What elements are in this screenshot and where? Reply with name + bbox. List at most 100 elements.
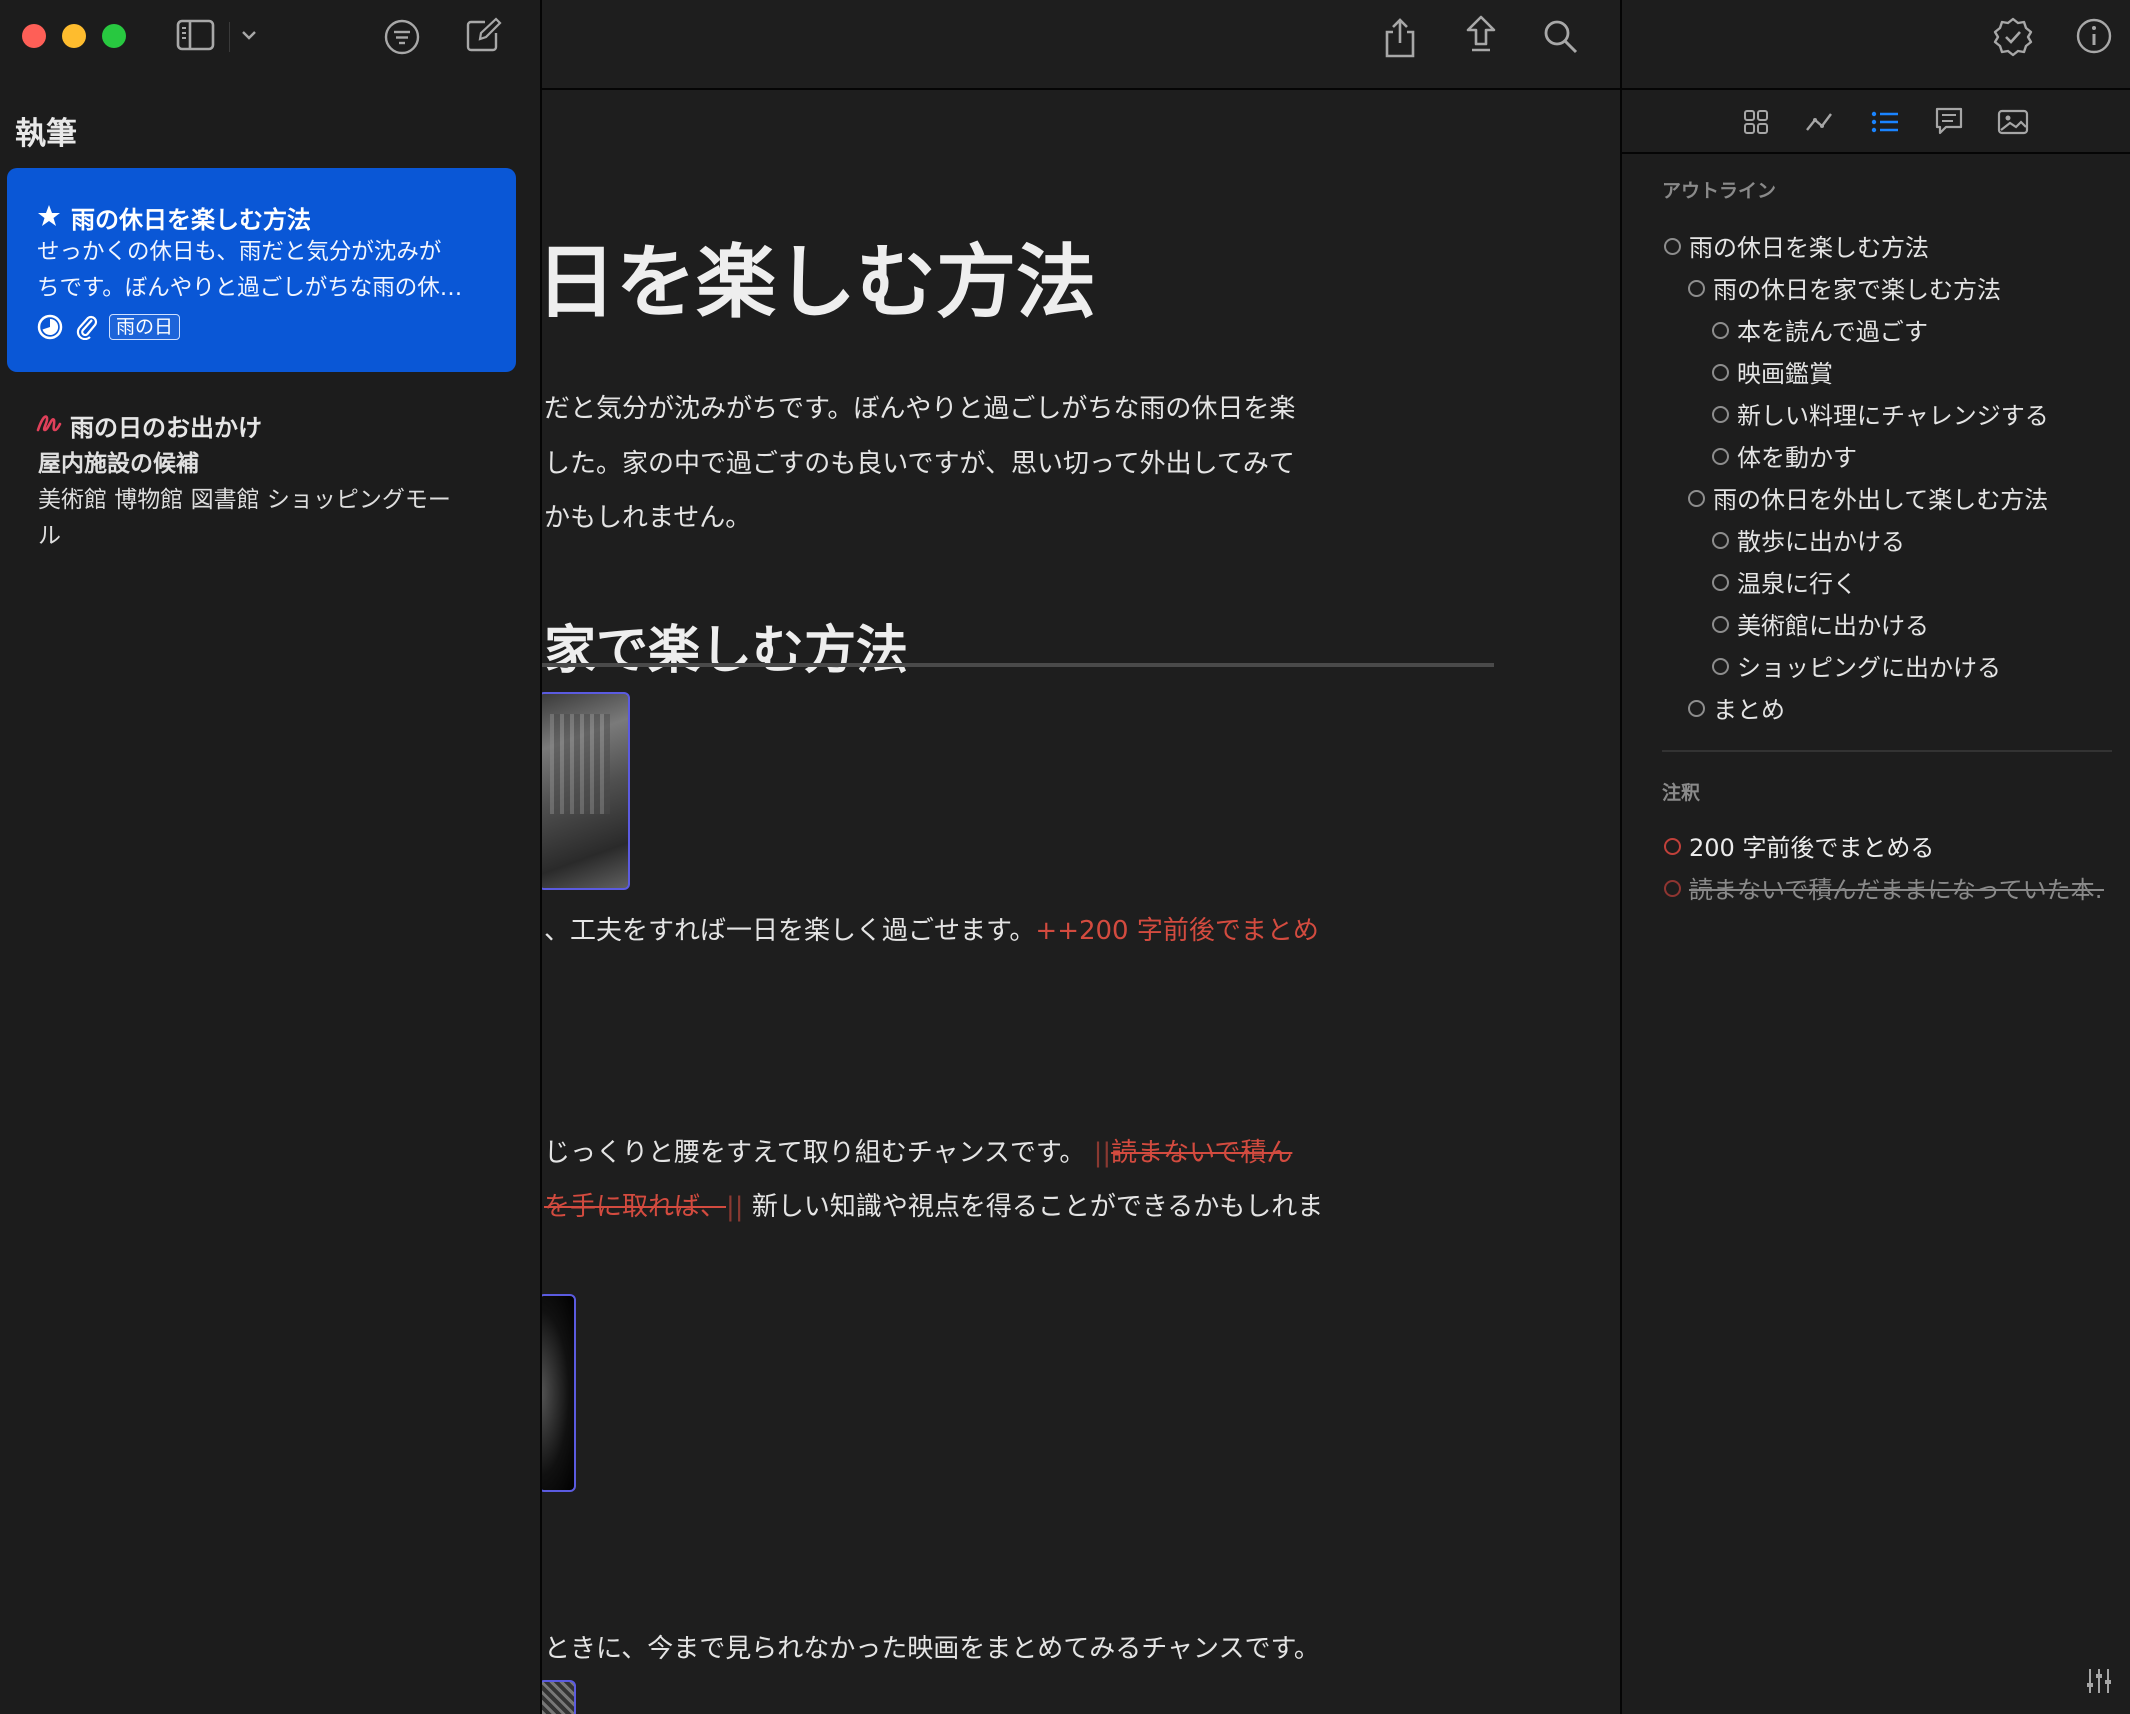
outline-item[interactable]: 雨の休日を家で楽しむ方法 [1688, 270, 2001, 305]
attachment-icon [76, 315, 98, 340]
paragraph-text: 、工夫をすれば一日を楽しく過ごせます。 [544, 916, 1036, 946]
section-heading[interactable]: 家で楽しむ方法 [544, 608, 908, 683]
filter-icon[interactable] [383, 18, 421, 56]
paragraph-line[interactable]: だと気分が沈みがちです。ぼんやりと過ごしがちな雨の休日を楽 [544, 388, 1295, 425]
paragraph-line[interactable]: を手に取れば、|| 新しい知識や視点を得ることができるかもしれま [544, 1186, 1323, 1223]
outline-bullet [1688, 700, 1705, 717]
toolbar-divider [542, 88, 1620, 90]
paragraph-text: 新しい知識や視点を得ることができるかもしれま [751, 1192, 1324, 1222]
paragraph-line[interactable]: 、工夫をすれば一日を楽しく過ごせます。++200 字前後でまとめ [544, 910, 1319, 947]
annotation-item[interactable]: 読まないで積んだままになっていた本… [1664, 870, 2104, 905]
outline-icon[interactable] [1870, 108, 1900, 136]
compose-icon[interactable] [465, 16, 503, 54]
share-icon[interactable] [1382, 16, 1418, 60]
scribble-icon [36, 415, 62, 432]
note-preview-line: せっかくの休日も、雨だと気分が沈みが [37, 239, 442, 265]
outline-item[interactable]: 新しい料理にチャレンジする [1712, 396, 2049, 431]
outline-bullet [1712, 616, 1729, 633]
star-icon [38, 205, 60, 226]
outline-bullet [1688, 280, 1705, 297]
note-item[interactable]: 雨の日のお出かけ 屋内施設の候補 美術館 博物館 図書館 ショッピングモー ル [0, 400, 520, 560]
outline-item[interactable]: 散歩に出かける [1712, 522, 1905, 557]
paragraph-text: じっくりと腰をすえて取り組むチャンスです。 [544, 1138, 1086, 1168]
embedded-image[interactable] [542, 1294, 576, 1492]
info-icon[interactable] [2074, 16, 2114, 56]
outline-label: アウトライン [1662, 180, 1777, 202]
outline-item-label: 体を動かす [1737, 444, 1857, 472]
paragraph-line[interactable]: ときに、今まで見られなかった映画をまとめてみるチャンスです。 [544, 1628, 1320, 1665]
outline-item-label: 雨の休日を家で楽しむ方法 [1713, 276, 2001, 304]
note-title: 雨の日のお出かけ [70, 414, 262, 442]
note-title: 雨の休日を楽しむ方法 [71, 206, 311, 234]
grid-icon[interactable] [1742, 108, 1770, 136]
chevron-down-icon[interactable] [240, 28, 258, 42]
comment-icon[interactable] [1934, 106, 1964, 138]
toolbar-divider [1622, 152, 2130, 154]
outline-item-label: まとめ [1713, 696, 1785, 724]
outline-bullet [1688, 490, 1705, 507]
outline-item[interactable]: ショッピングに出かける [1712, 648, 2001, 683]
close-button[interactable] [22, 24, 46, 48]
heading-rule [542, 663, 1494, 667]
outline-item-label: 美術館に出かける [1737, 612, 1929, 640]
annotations-label: 注釈 [1662, 782, 1701, 804]
badge-check-icon[interactable] [1992, 16, 2034, 58]
tag-chip[interactable]: 雨の日 [109, 314, 181, 340]
note-preview: せっかくの休日も、雨だと気分が沈みが ちです。ぼんやりと過ごしがちな雨の休… [37, 234, 497, 306]
embedded-image[interactable] [542, 1680, 576, 1714]
sidebar-title: 執筆 [15, 116, 77, 152]
outline-item[interactable]: 美術館に出かける [1712, 606, 1929, 641]
outline-bullet [1712, 364, 1729, 381]
info-panel: アウトライン 雨の休日を楽しむ方法 雨の休日を家で楽しむ方法 本を読んで過ごす … [1620, 0, 2130, 1714]
sidebar: 執筆 雨の休日を楽しむ方法 せっかくの休日も、雨だと気分が沈みが ちです。ぼんや… [0, 0, 542, 1714]
search-icon[interactable] [1542, 18, 1580, 56]
minimize-button[interactable] [62, 24, 86, 48]
deletion-marker: || [1093, 1138, 1112, 1168]
outline-item-label: 散歩に出かける [1737, 528, 1905, 556]
sidebar-toggle-icon[interactable] [176, 18, 216, 52]
toolbar-divider [229, 22, 230, 52]
outline-item[interactable]: 雨の休日を楽しむ方法 [1664, 228, 1929, 263]
zoom-button[interactable] [102, 24, 126, 48]
paragraph-line[interactable]: じっくりと腰をすえて取り組むチャンスです。 ||読まないで積ん [544, 1132, 1292, 1169]
editor[interactable]: 日を楽しむ方法 だと気分が沈みがちです。ぼんやりと過ごしがちな雨の休日を楽 した… [542, 0, 1620, 1714]
outline-item[interactable]: 本を読んで過ごす [1712, 312, 1928, 347]
deletion-annotation[interactable]: 読まないで積ん [1111, 1138, 1292, 1168]
paragraph-line[interactable]: した。家の中で過ごすのも良いですが、思い切って外出してみて [544, 443, 1295, 480]
image-icon[interactable] [1997, 108, 2029, 136]
annotation-item[interactable]: 200 字前後でまとめる [1664, 828, 1934, 863]
image-detail [550, 714, 610, 814]
outline-item[interactable]: 温泉に行く [1712, 564, 1857, 599]
outline-bullet [1712, 322, 1729, 339]
outline-bullet [1664, 238, 1681, 255]
outline-bullet [1712, 406, 1729, 423]
stats-icon[interactable] [1805, 108, 1837, 136]
outline-item[interactable]: 映画鑑賞 [1712, 354, 1833, 389]
outline-bullet [1712, 532, 1729, 549]
outline-item[interactable]: 雨の休日を外出して楽しむ方法 [1688, 480, 2048, 515]
outline-item[interactable]: まとめ [1688, 690, 1785, 725]
note-preview-line: ちです。ぼんやりと過ごしがちな雨の休… [37, 275, 463, 301]
outline-bullet [1712, 574, 1729, 591]
outline-item-label: 雨の休日を楽しむ方法 [1689, 234, 1929, 262]
note-item-selected[interactable]: 雨の休日を楽しむ方法 せっかくの休日も、雨だと気分が沈みが ちです。ぼんやりと過… [7, 168, 516, 372]
deletion-marker: || [726, 1192, 744, 1222]
embedded-image[interactable] [542, 692, 630, 890]
document-heading[interactable]: 日を楽しむ方法 [542, 218, 1096, 334]
annotation-text: 読まないで積んだままになっていた本… [1689, 876, 2104, 904]
paragraph-line[interactable]: かもしれません。 [544, 497, 751, 534]
outline-bullet [1712, 448, 1729, 465]
insertion-annotation[interactable]: ++200 字前後でまとめ [1035, 916, 1318, 946]
adjust-icon[interactable] [2084, 1666, 2114, 1696]
outline-item[interactable]: 体を動かす [1712, 438, 1857, 473]
publish-icon[interactable] [1462, 14, 1500, 58]
annotation-bullet [1664, 838, 1681, 855]
note-preview-line: 美術館 博物館 図書館 ショッピングモー [38, 487, 451, 513]
section-divider [1662, 750, 2112, 752]
annotation-text: 200 字前後でまとめる [1689, 834, 1935, 862]
deletion-annotation[interactable]: を手に取れば、 [544, 1192, 726, 1222]
note-preview-line: ル [38, 523, 61, 549]
note-subtitle: 屋内施設の候補 [38, 451, 199, 477]
toolbar-divider [1622, 88, 2130, 90]
outline-bullet [1712, 658, 1729, 675]
